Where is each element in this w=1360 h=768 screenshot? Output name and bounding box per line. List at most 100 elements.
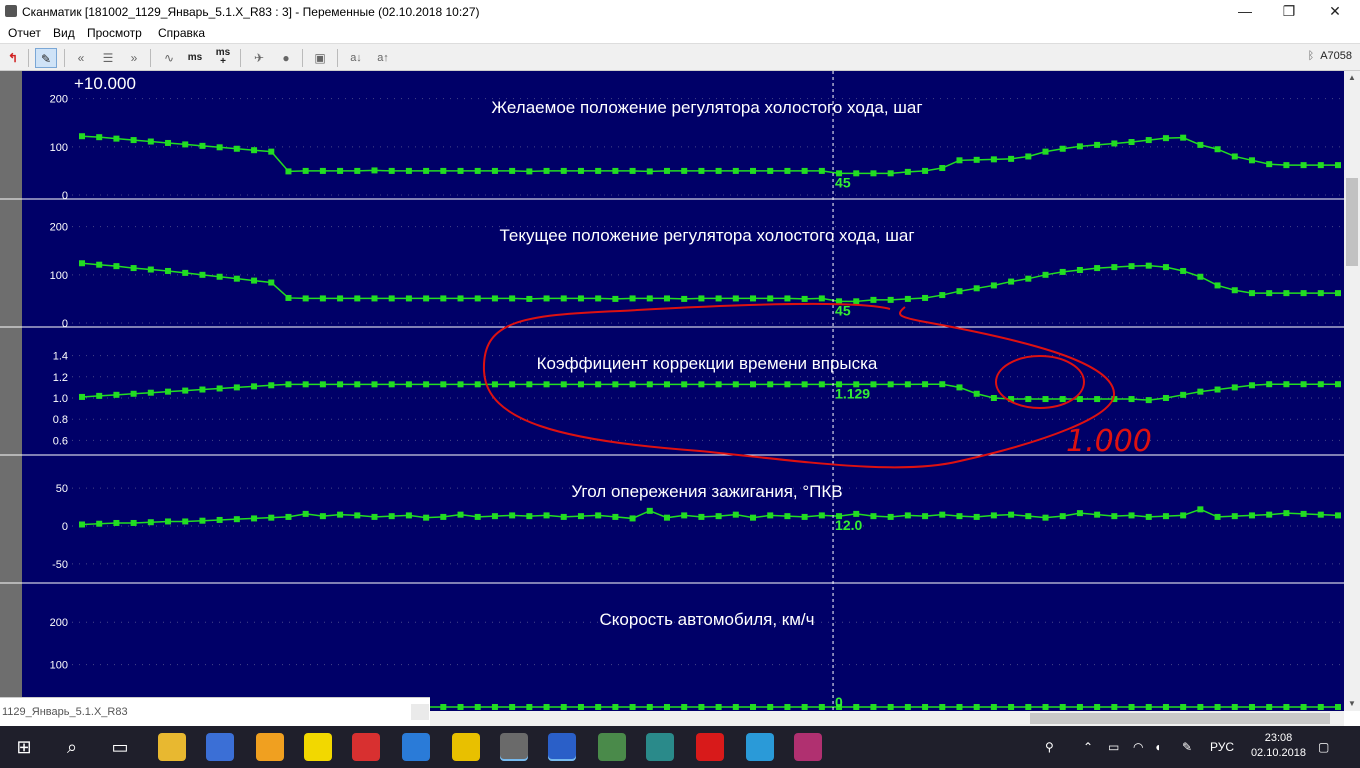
wifi-icon[interactable]: ◠ bbox=[1133, 740, 1143, 754]
data-point bbox=[354, 167, 361, 174]
gp-com-rus-icon[interactable] bbox=[452, 733, 480, 761]
data-point bbox=[1197, 704, 1204, 710]
data-point bbox=[595, 167, 602, 174]
maximize-button[interactable]: ❐ bbox=[1266, 2, 1312, 22]
data-point bbox=[216, 273, 223, 280]
opera-icon[interactable] bbox=[696, 733, 724, 761]
save-icon[interactable]: ▣ bbox=[309, 48, 331, 68]
axis-tick-label: 0.6 bbox=[53, 435, 68, 447]
data-point bbox=[732, 381, 739, 388]
a-down-icon[interactable]: a↓ bbox=[345, 48, 367, 68]
data-point bbox=[767, 167, 774, 174]
plane-icon[interactable]: ✈ bbox=[248, 48, 270, 68]
winrar-icon[interactable] bbox=[794, 733, 822, 761]
axis-tick-label: 200 bbox=[50, 617, 68, 629]
record-icon[interactable]: ● bbox=[275, 48, 297, 68]
data-point bbox=[595, 381, 602, 388]
cursor-value: 12.0 bbox=[835, 517, 862, 533]
vasya-diagnost-icon[interactable] bbox=[352, 733, 380, 761]
task-view-icon[interactable]: ▭ bbox=[106, 733, 134, 761]
data-point bbox=[595, 295, 602, 302]
wave-icon[interactable]: ∿ bbox=[158, 48, 180, 68]
clock[interactable]: 23:08 02.10.2018 bbox=[1251, 731, 1306, 761]
exit-icon[interactable]: ↰ bbox=[2, 48, 24, 68]
globe-app-icon[interactable] bbox=[206, 733, 234, 761]
data-point bbox=[1248, 512, 1255, 519]
next-icon[interactable]: » bbox=[123, 48, 145, 68]
axis-tick-label: -50 bbox=[52, 559, 68, 571]
person-icon[interactable]: ⚲ bbox=[1045, 740, 1054, 754]
data-point bbox=[904, 295, 911, 302]
data-point bbox=[1300, 510, 1307, 517]
data-point bbox=[646, 507, 653, 514]
vertical-scrollbar[interactable]: ▲ ▼ bbox=[1344, 71, 1360, 711]
data-point bbox=[1266, 381, 1273, 388]
data-point bbox=[1214, 513, 1221, 520]
menu-help[interactable]: Справка bbox=[158, 26, 205, 40]
data-point bbox=[612, 381, 619, 388]
data-point bbox=[285, 294, 292, 301]
notification-icon[interactable]: ▢ bbox=[1318, 740, 1329, 754]
data-point bbox=[1317, 162, 1324, 169]
data-point bbox=[956, 704, 963, 710]
battery-icon[interactable]: ▭ bbox=[1108, 740, 1119, 754]
data-point bbox=[199, 517, 206, 524]
data-point bbox=[801, 167, 808, 174]
ms-plus-icon[interactable]: ms + bbox=[212, 48, 234, 68]
data-point bbox=[1008, 155, 1015, 162]
data-point bbox=[732, 704, 739, 710]
minimize-button[interactable]: — bbox=[1222, 2, 1268, 22]
data-point bbox=[973, 156, 980, 163]
data-point bbox=[147, 266, 154, 273]
data-point bbox=[698, 513, 705, 520]
volume-icon[interactable]: ◖ bbox=[1154, 740, 1161, 754]
list-icon[interactable]: ☰ bbox=[97, 48, 119, 68]
data-point bbox=[251, 147, 258, 154]
data-point bbox=[182, 518, 189, 525]
chevron-up-icon[interactable]: ⌃ bbox=[1083, 740, 1093, 754]
close-button[interactable]: ✕ bbox=[1312, 2, 1358, 22]
data-point bbox=[818, 704, 825, 710]
scanmatik-icon[interactable] bbox=[500, 733, 528, 761]
data-point bbox=[1094, 704, 1101, 710]
data-point bbox=[1162, 704, 1169, 710]
data-point bbox=[750, 514, 757, 521]
scroll-down-icon[interactable]: ▼ bbox=[1344, 697, 1360, 711]
menu-view[interactable]: Вид bbox=[53, 26, 75, 40]
edit-icon[interactable]: ✎ bbox=[35, 48, 57, 68]
plus-app-icon[interactable] bbox=[304, 733, 332, 761]
data-point bbox=[1162, 135, 1169, 142]
vertical-scroll-thumb[interactable] bbox=[1346, 178, 1358, 266]
language-indicator[interactable]: РУС bbox=[1210, 740, 1234, 754]
tooltip-close[interactable] bbox=[411, 704, 429, 720]
data-point bbox=[663, 704, 670, 710]
window-app-icon[interactable] bbox=[746, 733, 774, 761]
ms-icon[interactable]: ms bbox=[184, 48, 206, 68]
data-point bbox=[1111, 704, 1118, 710]
menu-browse[interactable]: Просмотр bbox=[87, 26, 142, 40]
scope-app-icon[interactable] bbox=[646, 733, 674, 761]
search-icon[interactable]: ⌕ bbox=[58, 733, 86, 761]
data-point bbox=[629, 295, 636, 302]
data-point bbox=[956, 513, 963, 520]
oscilloscope-icon[interactable] bbox=[548, 733, 576, 761]
teamviewer-icon[interactable] bbox=[402, 733, 430, 761]
data-point bbox=[990, 395, 997, 401]
car-app-icon[interactable] bbox=[256, 733, 284, 761]
horizontal-scrollbar[interactable] bbox=[430, 711, 1344, 726]
horizontal-scroll-thumb[interactable] bbox=[1030, 713, 1330, 724]
pen-icon[interactable]: ✎ bbox=[1182, 740, 1192, 754]
data-point bbox=[663, 295, 670, 302]
data-point bbox=[1317, 290, 1324, 297]
windows-start-icon[interactable]: ⊞ bbox=[10, 733, 38, 761]
data-point bbox=[904, 512, 911, 519]
file-explorer-icon[interactable] bbox=[158, 733, 186, 761]
prev-icon[interactable]: « bbox=[70, 48, 92, 68]
mechanic-app-icon[interactable] bbox=[598, 733, 626, 761]
data-point bbox=[629, 704, 636, 710]
data-point bbox=[767, 295, 774, 302]
data-point bbox=[560, 704, 567, 710]
menu-report[interactable]: Отчет bbox=[8, 26, 41, 40]
scroll-up-icon[interactable]: ▲ bbox=[1344, 71, 1360, 85]
a-up-icon[interactable]: a↑ bbox=[372, 48, 394, 68]
